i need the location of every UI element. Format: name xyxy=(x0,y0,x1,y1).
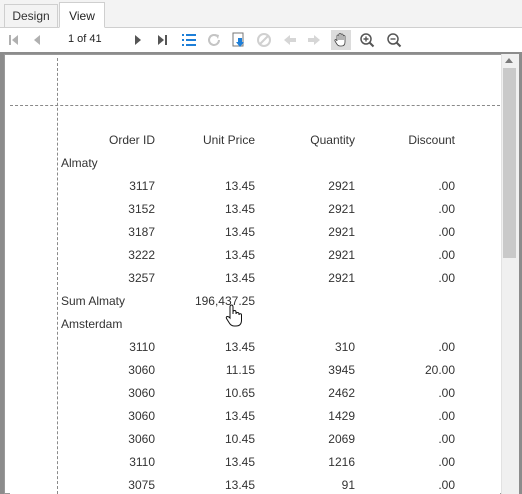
hand-pan-icon[interactable] xyxy=(331,30,351,50)
cell-quantity: 3945 xyxy=(328,363,355,377)
cell-discount: .00 xyxy=(438,478,455,492)
toc-list-icon[interactable] xyxy=(179,30,199,50)
viewer-toolbar: 1 of 41 xyxy=(0,28,522,52)
page-indicator: 1 of 41 xyxy=(68,33,102,45)
cell-order-id: 3187 xyxy=(128,225,155,239)
zoom-out-icon[interactable] xyxy=(384,30,404,50)
cell-quantity: 310 xyxy=(334,340,355,354)
cell-order-id: 3060 xyxy=(128,409,155,423)
cell-unit-price: 13.45 xyxy=(224,271,255,285)
cell-discount: .00 xyxy=(438,455,455,469)
scrollbar-thumb[interactable] xyxy=(503,68,516,258)
cell-unit-price: 13.45 xyxy=(224,340,255,354)
cell-quantity: 2921 xyxy=(328,202,355,216)
cell-order-id: 3152 xyxy=(128,202,155,216)
header-order-id: Order ID xyxy=(108,133,155,147)
stop-icon[interactable] xyxy=(254,30,274,50)
cell-quantity: 1216 xyxy=(328,455,355,469)
cell-discount: .00 xyxy=(438,271,455,285)
cell-unit-price: 10.45 xyxy=(224,432,255,446)
cell-order-id: 3060 xyxy=(128,386,155,400)
cell-quantity: 2921 xyxy=(328,248,355,262)
last-page-icon[interactable] xyxy=(152,30,172,50)
cell-quantity: 2069 xyxy=(328,432,355,446)
scroll-up-arrow-icon[interactable] xyxy=(505,58,513,63)
group-header: Amsterdam xyxy=(61,317,123,331)
cell-discount: .00 xyxy=(438,340,455,354)
cell-quantity: 1429 xyxy=(328,409,355,423)
cell-unit-price: 13.45 xyxy=(224,455,255,469)
header-margin-guide xyxy=(10,105,500,106)
hand-cursor-icon xyxy=(224,304,244,331)
cell-order-id: 3060 xyxy=(128,363,155,377)
cell-unit-price: 13.45 xyxy=(224,202,255,216)
cell-quantity: 2462 xyxy=(328,386,355,400)
cell-quantity: 2921 xyxy=(328,225,355,239)
cell-discount: .00 xyxy=(438,179,455,193)
header-unit-price: Unit Price xyxy=(202,133,255,147)
cell-quantity: 2921 xyxy=(328,271,355,285)
forward-icon[interactable] xyxy=(304,30,324,50)
export-icon[interactable] xyxy=(229,30,249,50)
first-page-icon[interactable] xyxy=(4,30,24,50)
cell-unit-price: 13.45 xyxy=(224,179,255,193)
tab-design[interactable]: Design xyxy=(4,4,58,27)
cell-unit-price: 13.45 xyxy=(224,248,255,262)
cell-order-id: 3110 xyxy=(129,340,155,354)
header-quantity: Quantity xyxy=(310,133,355,147)
cell-discount: .00 xyxy=(438,248,455,262)
cell-unit-price: 13.45 xyxy=(224,478,255,492)
cell-discount: .00 xyxy=(438,409,455,423)
cell-discount: .00 xyxy=(438,432,455,446)
cell-discount: .00 xyxy=(438,202,455,216)
group-header: Almaty xyxy=(61,156,98,170)
cell-quantity: 91 xyxy=(341,478,355,492)
cell-order-id: 3110 xyxy=(129,455,155,469)
cell-order-id: 3222 xyxy=(128,248,155,262)
header-discount: Discount xyxy=(408,133,455,147)
cell-order-id: 3257 xyxy=(128,271,155,285)
left-margin-guide xyxy=(57,58,58,494)
cell-order-id: 3117 xyxy=(129,179,155,193)
cell-order-id: 3060 xyxy=(128,432,155,446)
tab-view[interactable]: View xyxy=(59,2,105,28)
cell-discount: .00 xyxy=(438,386,455,400)
cell-unit-price: 13.45 xyxy=(224,225,255,239)
refresh-icon[interactable] xyxy=(204,30,224,50)
next-page-icon[interactable] xyxy=(128,30,148,50)
cell-discount: 20.00 xyxy=(424,363,455,377)
cell-quantity: 2921 xyxy=(328,179,355,193)
cell-unit-price: 13.45 xyxy=(224,409,255,423)
cell-discount: .00 xyxy=(438,225,455,239)
cell-unit-price: 10.65 xyxy=(224,386,255,400)
cell-order-id: 3075 xyxy=(128,478,155,492)
zoom-in-icon[interactable] xyxy=(357,30,377,50)
prev-page-icon[interactable] xyxy=(27,30,47,50)
back-icon[interactable] xyxy=(280,30,300,50)
cell-unit-price: 11.15 xyxy=(225,363,255,377)
group-sum-label: Sum Almaty xyxy=(61,294,126,308)
